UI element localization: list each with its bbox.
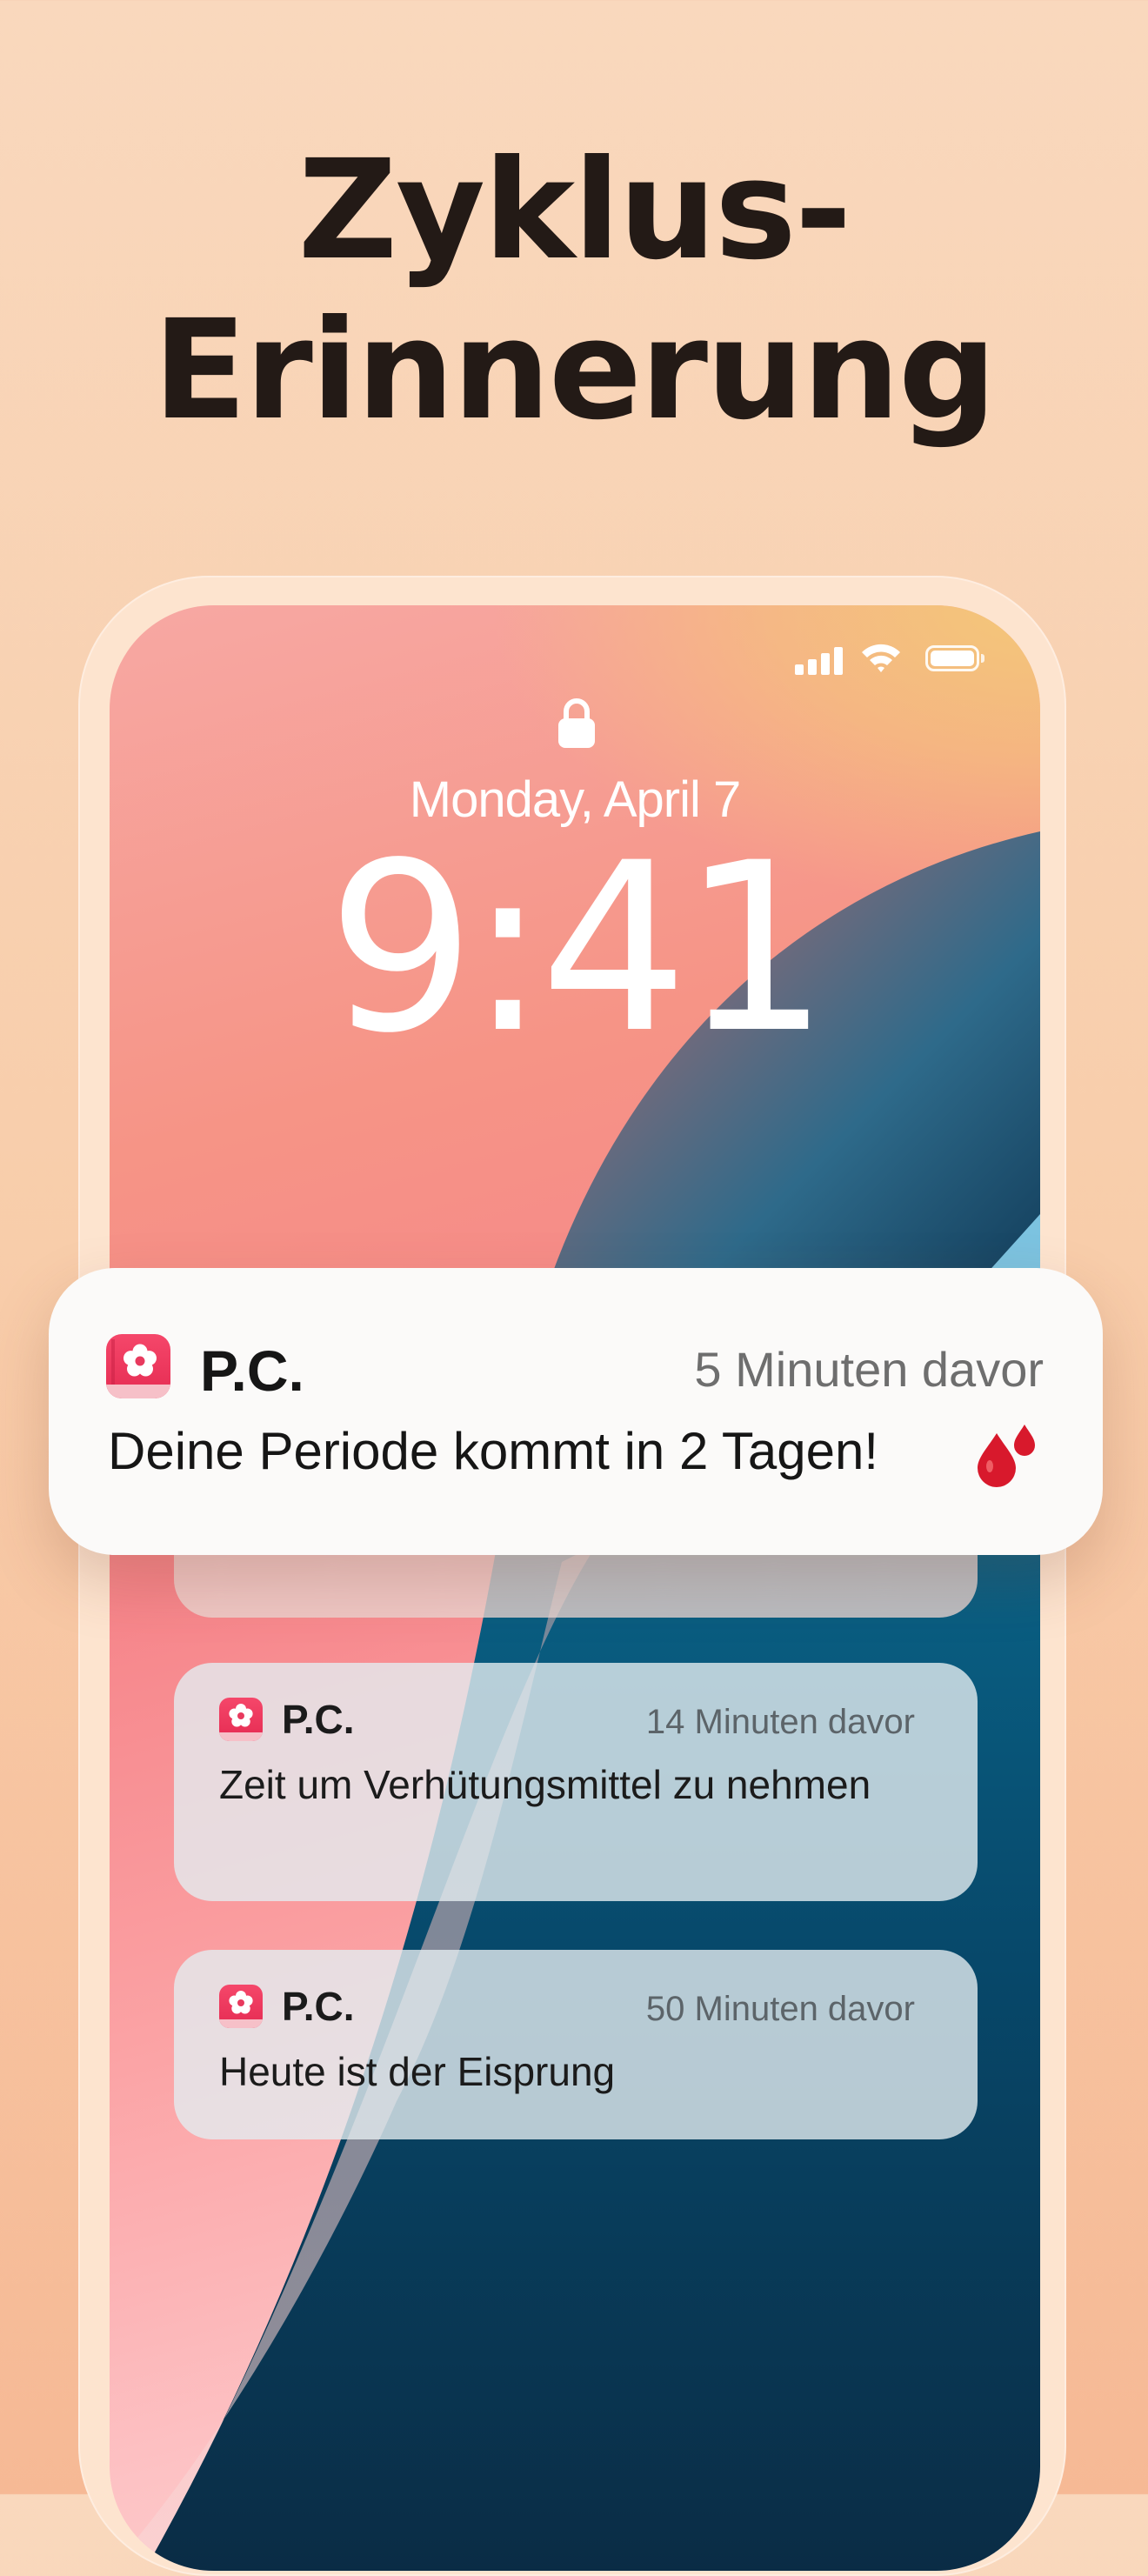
wifi-icon xyxy=(862,644,900,672)
status-bar xyxy=(110,633,1040,677)
notification-message: Heute ist der Eisprung xyxy=(219,2049,616,2094)
app-icon xyxy=(219,1698,263,1741)
notification-message: Deine Periode kommt in 2 Tagen! xyxy=(108,1422,879,1480)
notification-time: 50 Minuten davor xyxy=(645,1990,915,2028)
battery-icon xyxy=(925,645,984,671)
app-name: P.C. xyxy=(200,1338,304,1403)
blood-drops-icon xyxy=(978,1425,1035,1487)
notification-message: Zeit um Verhütungsmittel zu nehmen xyxy=(219,1762,871,1807)
notification-time: 5 Minuten davor xyxy=(694,1342,1044,1397)
app-icon xyxy=(219,1985,263,2028)
notification-ovulation[interactable]: P.C. 50 Minuten davor Heute ist der Eisp… xyxy=(174,1950,978,2139)
app-icon xyxy=(106,1334,170,1398)
headline-line-2: Erinnerung xyxy=(152,290,997,450)
notification-period-reminder[interactable]: P.C. 5 Minuten davor Deine Periode kommt… xyxy=(49,1268,1103,1555)
app-name: P.C. xyxy=(282,1984,355,2029)
cellular-signal-icon xyxy=(795,645,847,675)
headline-line-1: Zyklus- xyxy=(297,130,852,290)
headline: Zyklus- Erinnerung xyxy=(0,130,1148,450)
notification-time: 14 Minuten davor xyxy=(645,1703,915,1741)
lockscreen-clock: 9:41 xyxy=(327,813,830,1084)
notification-contraception[interactable]: P.C. 14 Minuten davor Zeit um Verhütungs… xyxy=(174,1663,978,1901)
app-name: P.C. xyxy=(282,1697,355,1742)
lock-icon xyxy=(558,698,595,748)
